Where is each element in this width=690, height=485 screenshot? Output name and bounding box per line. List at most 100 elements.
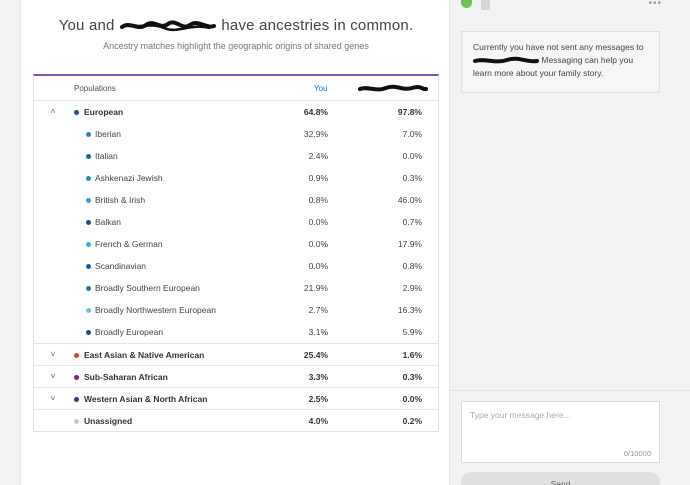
you-percentage: 0.0% (308, 239, 328, 249)
population-color-dot-icon (74, 353, 79, 358)
redacted-name (119, 20, 216, 32)
table-header: Populations You (34, 76, 438, 101)
you-percentage: 0.0% (308, 261, 328, 271)
population-color-dot-icon (86, 154, 91, 159)
population-label: Western Asian & North African (84, 394, 208, 404)
population-subregion-row: French & German 0.0% 17.9% (34, 233, 438, 255)
population-subregion-row: British & Irish 0.8% 46.0% (34, 189, 438, 211)
population-subregion-row: Scandinavian 0.0% 0.8% (34, 255, 438, 277)
population-subregion-row: Italian 2.4% 0.0% (34, 145, 438, 167)
messaging-sidebar: ••• Currently you have not sent any mess… (450, 0, 690, 485)
population-label: Iberian (95, 129, 121, 139)
population-group-row[interactable]: ˅ Sub-Saharan African 3.3% 0.3% (34, 365, 438, 387)
chevron-down-icon[interactable]: ˅ (48, 372, 58, 382)
population-subregion-row: Ashkenazi Jewish 0.9% 0.3% (34, 167, 438, 189)
population-label: Balkan (95, 217, 121, 227)
chat-bubble-icon[interactable] (461, 0, 472, 8)
population-color-dot-icon (86, 308, 91, 313)
population-subregion-row: Broadly European 3.1% 5.9% (34, 321, 438, 343)
messaging-info-box: Currently you have not sent any messages… (461, 31, 660, 93)
redacted-name (473, 56, 539, 65)
population-color-dot-icon (86, 198, 91, 203)
population-color-dot-icon (86, 176, 91, 181)
population-group-row[interactable]: ˅ Western Asian & North African 2.5% 0.0% (34, 387, 438, 409)
you-percentage: 32.9% (303, 129, 328, 139)
population-color-dot-icon (86, 286, 91, 291)
population-label: British & Irish (95, 195, 146, 205)
population-label: Unassigned (84, 416, 133, 426)
you-percentage: 2.5% (308, 394, 328, 404)
match-percentage: 0.2% (402, 416, 422, 426)
population-color-dot-icon (74, 419, 79, 424)
column-header-redacted-name (358, 83, 428, 95)
you-percentage: 0.8% (308, 195, 328, 205)
population-subregion-row: Balkan 0.0% 0.7% (34, 211, 438, 233)
match-percentage: 0.8% (402, 261, 422, 271)
you-percentage: 64.8% (303, 107, 328, 117)
you-percentage: 0.9% (308, 173, 328, 183)
ancestry-comparison-card: You and have ancestries in common. Ances… (20, 0, 450, 485)
population-group-row[interactable]: ˄ European 64.8% 97.8% (34, 101, 438, 123)
population-label: Broadly Northwestern European (95, 305, 216, 315)
population-subregion-row: Broadly Northwestern European 2.7% 16.3% (34, 299, 438, 321)
character-counter: 0/10000 (623, 449, 651, 458)
population-subregion-row: Broadly Southern European 21.9% 2.9% (34, 277, 438, 299)
chevron-down-icon[interactable]: ˅ (48, 350, 58, 360)
you-percentage: 2.4% (308, 151, 328, 161)
chevron-down-icon[interactable]: ˅ (48, 394, 58, 404)
match-percentage: 17.9% (397, 239, 422, 249)
info-text-prefix: Currently you have not sent any messages… (473, 42, 644, 52)
population-label: Broadly Southern European (95, 283, 200, 293)
population-subregion-row: Iberian 32.9% 7.0% (34, 123, 438, 145)
populations-table: Populations You ˄ European 64.8% 97.8% Iberi… (33, 74, 439, 432)
population-label: Scandinavian (95, 261, 147, 271)
population-label: Ashkenazi Jewish (95, 173, 163, 183)
you-percentage: 3.1% (308, 327, 328, 337)
you-percentage: 0.0% (308, 217, 328, 227)
match-percentage: 0.7% (402, 217, 422, 227)
population-group-row: Unassigned 4.0% 0.2% (34, 409, 438, 431)
document-icon[interactable] (481, 0, 490, 10)
population-label: Sub-Saharan African (84, 372, 168, 382)
message-compose-box: 0/10000 (461, 401, 660, 463)
population-color-dot-icon (86, 220, 91, 225)
population-color-dot-icon (74, 397, 79, 402)
population-color-dot-icon (86, 132, 91, 137)
population-label: Broadly European (95, 327, 164, 337)
population-label: Italian (95, 151, 118, 161)
match-percentage: 46.0% (397, 195, 422, 205)
population-color-dot-icon (74, 375, 79, 380)
send-button[interactable]: Send (461, 472, 660, 485)
population-group-row[interactable]: ˅ East Asian & Native American 25.4% 1.6% (34, 343, 438, 365)
match-percentage: 1.6% (402, 350, 422, 360)
population-color-dot-icon (86, 242, 91, 247)
more-dots-icon[interactable]: ••• (648, 0, 662, 9)
you-percentage: 21.9% (303, 283, 328, 293)
population-color-dot-icon (74, 110, 79, 115)
you-percentage: 3.3% (308, 372, 328, 382)
match-percentage: 7.0% (402, 129, 422, 139)
match-percentage: 0.0% (402, 394, 422, 404)
divider (450, 390, 690, 391)
chevron-up-icon[interactable]: ˄ (48, 107, 58, 117)
you-percentage: 25.4% (303, 350, 328, 360)
population-label: European (84, 107, 124, 117)
you-percentage: 4.0% (308, 416, 328, 426)
you-percentage: 2.7% (308, 305, 328, 315)
page-subtitle: Ancestry matches highlight the geographi… (103, 41, 369, 51)
column-header-you: You (314, 84, 328, 93)
population-label: East Asian & Native American (84, 350, 205, 360)
title-prefix: You and (58, 17, 115, 34)
population-color-dot-icon (86, 264, 91, 269)
match-percentage: 0.3% (402, 173, 422, 183)
match-percentage: 5.9% (402, 327, 422, 337)
match-percentage: 0.0% (402, 151, 422, 161)
title-suffix: have ancestries in common. (221, 17, 414, 34)
match-percentage: 2.9% (402, 283, 422, 293)
page-title: You and have ancestries in common. (21, 17, 451, 34)
population-color-dot-icon (86, 330, 91, 335)
match-percentage: 16.3% (397, 305, 422, 315)
column-header-populations: Populations (74, 84, 116, 93)
match-percentage: 0.3% (402, 372, 422, 382)
match-percentage: 97.8% (397, 107, 422, 117)
